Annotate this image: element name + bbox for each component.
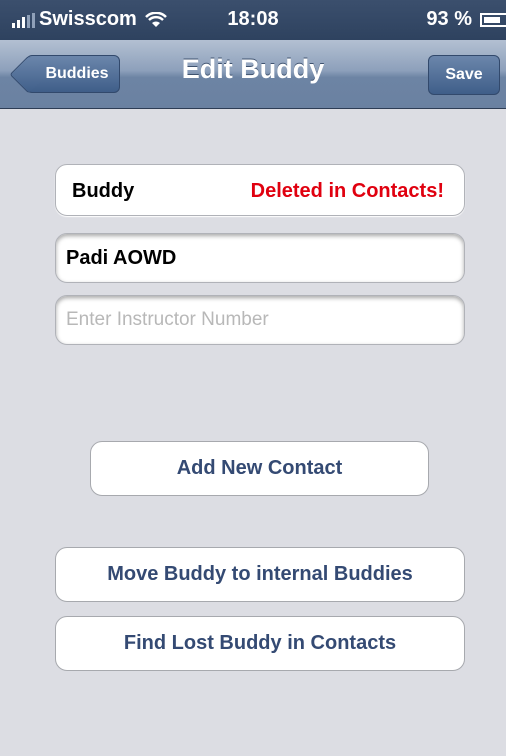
buddy-label: Buddy [72,180,135,202]
battery-icon [480,12,506,27]
battery-percent: 93 % [426,8,472,30]
save-button[interactable]: Save [428,55,500,95]
certification-field[interactable]: Padi AOWD [55,233,465,283]
instructor-number-field[interactable]: Enter Instructor Number [55,295,465,345]
navigation-bar: Buddies Edit Buddy Save [0,40,506,109]
buddy-status: Deleted in Contacts! [250,180,444,202]
buddy-row[interactable]: Buddy Deleted in Contacts! [55,164,465,216]
find-lost-buddy-button[interactable]: Find Lost Buddy in Contacts [55,616,465,671]
status-bar: Swisscom 18:08 93 % [0,0,506,40]
add-new-contact-button[interactable]: Add New Contact [90,441,429,496]
status-bar-right: 93 % [426,8,506,31]
move-buddy-button[interactable]: Move Buddy to internal Buddies [55,547,465,602]
